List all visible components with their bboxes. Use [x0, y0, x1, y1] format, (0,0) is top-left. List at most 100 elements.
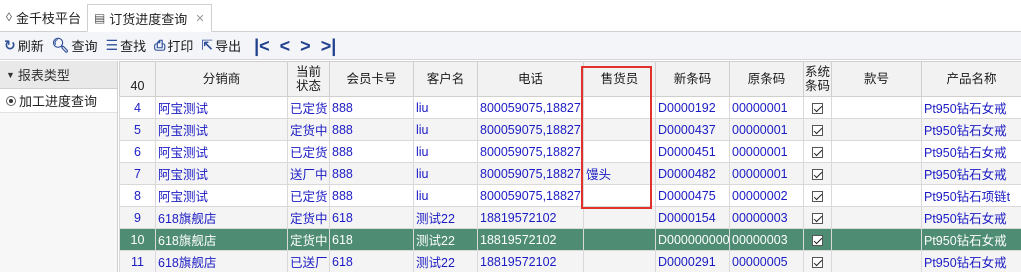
- cell-phone[interactable]: 18819572102: [477, 228, 584, 251]
- cell-oldbc[interactable]: 00000001: [729, 162, 804, 185]
- cell-seller[interactable]: [583, 118, 656, 141]
- column-header[interactable]: 款号: [831, 61, 922, 97]
- table-row[interactable]: 8 阿宝测试 已定货 888 liu 800059075,18827 D0000475 000…: [119, 184, 1021, 207]
- cell-newbc[interactable]: D0000437: [655, 118, 730, 141]
- next-page-icon[interactable]: >: [300, 37, 311, 55]
- cell-newbc[interactable]: D0000475: [655, 184, 730, 207]
- cell-dist[interactable]: 618旗舰店: [155, 228, 288, 251]
- system-barcode-cell[interactable]: [803, 184, 832, 207]
- column-header[interactable]: 售货员: [583, 61, 656, 97]
- cell-newbc[interactable]: D0000192: [655, 96, 730, 119]
- column-header[interactable]: 原条码: [729, 61, 804, 97]
- cell-seller[interactable]: 馒头: [583, 162, 656, 185]
- cell-product[interactable]: Pt950钻石项链t: [921, 184, 1021, 207]
- query-button[interactable]: 🔍︎ 查询: [52, 36, 98, 55]
- print-button[interactable]: ⎙ 打印: [154, 36, 193, 55]
- tab-platform[interactable]: ◊ 金千枝平台: [0, 3, 87, 31]
- cell-cust[interactable]: liu: [413, 162, 478, 185]
- cell-cust[interactable]: liu: [413, 184, 478, 207]
- cell-product[interactable]: Pt950钻石女戒: [921, 162, 1021, 185]
- cell-phone[interactable]: 18819572102: [477, 250, 584, 272]
- cell-phone[interactable]: 800059075,18827: [477, 162, 584, 185]
- cell-newbc[interactable]: D0000154: [655, 206, 730, 229]
- cell-status[interactable]: 送厂中: [287, 162, 330, 185]
- system-barcode-cell[interactable]: [803, 228, 832, 251]
- table-row[interactable]: 7 阿宝测试 送厂中 888 liu 800059075,18827 馒头 D0000482 0…: [119, 162, 1021, 185]
- cell-cust[interactable]: liu: [413, 140, 478, 163]
- cell-product[interactable]: Pt950钻石女戒: [921, 206, 1021, 229]
- column-header[interactable]: 产品名称: [921, 61, 1021, 97]
- sidebar-header[interactable]: ▼ 报表类型: [0, 61, 117, 89]
- cell-seller[interactable]: [583, 96, 656, 119]
- column-header[interactable]: 当前 状态: [287, 61, 330, 97]
- cell-product[interactable]: Pt950钻石女戒: [921, 140, 1021, 163]
- cell-product[interactable]: Pt950钻石女戒: [921, 118, 1021, 141]
- cell-cust[interactable]: 测试22: [413, 250, 478, 272]
- cell-dist[interactable]: 阿宝测试: [155, 162, 288, 185]
- cell-style[interactable]: [831, 206, 922, 229]
- cell-phone[interactable]: 800059075,18827: [477, 140, 584, 163]
- cell-status[interactable]: 已送厂: [287, 250, 330, 272]
- system-barcode-cell[interactable]: [803, 206, 832, 229]
- checkbox-checked-icon[interactable]: [812, 124, 823, 136]
- cell-card[interactable]: 888: [329, 140, 414, 163]
- cell-dist[interactable]: 阿宝测试: [155, 184, 288, 207]
- cell-oldbc[interactable]: 00000001: [729, 96, 804, 119]
- cell-card[interactable]: 888: [329, 96, 414, 119]
- cell-newbc[interactable]: D0000000000: [655, 228, 730, 251]
- column-header[interactable]: 电话: [477, 61, 584, 97]
- table-row[interactable]: 10 618旗舰店 定货中 618 测试22 18819572102 D0000000000…: [119, 228, 1021, 251]
- export-button[interactable]: ⇱ 导出: [201, 36, 241, 55]
- cell-dist[interactable]: 618旗舰店: [155, 250, 288, 272]
- checkbox-checked-icon[interactable]: [812, 168, 823, 180]
- tab-order-progress[interactable]: ▤ 订货进度查询 ✕: [86, 4, 212, 32]
- cell-style[interactable]: [831, 250, 922, 272]
- column-header[interactable]: 分销商: [155, 61, 288, 97]
- cell-status[interactable]: 定货中: [287, 206, 330, 229]
- cell-oldbc[interactable]: 00000002: [729, 184, 804, 207]
- first-page-icon[interactable]: |<: [254, 37, 270, 55]
- table-row[interactable]: 6 阿宝测试 已定货 888 liu 800059075,18827 D0000451 000…: [119, 140, 1021, 163]
- cell-card[interactable]: 618: [329, 228, 414, 251]
- column-header[interactable]: 新条码: [655, 61, 730, 97]
- cell-product[interactable]: Pt950钻石女戒: [921, 96, 1021, 119]
- cell-newbc[interactable]: D0000451: [655, 140, 730, 163]
- cell-status[interactable]: 定货中: [287, 228, 330, 251]
- cell-dist[interactable]: 618旗舰店: [155, 206, 288, 229]
- cell-card[interactable]: 618: [329, 250, 414, 272]
- checkbox-checked-icon[interactable]: [812, 190, 823, 202]
- find-button[interactable]: ☰ 查找: [106, 36, 147, 55]
- cell-dist[interactable]: 阿宝测试: [155, 140, 288, 163]
- prev-page-icon[interactable]: <: [280, 37, 291, 55]
- cell-oldbc[interactable]: 00000001: [729, 140, 804, 163]
- cell-oldbc[interactable]: 00000005: [729, 250, 804, 272]
- table-row[interactable]: 9 618旗舰店 定货中 618 测试22 18819572102 D0000154 0000…: [119, 206, 1021, 229]
- cell-status[interactable]: 已定货: [287, 96, 330, 119]
- table-row[interactable]: 4 阿宝测试 已定货 888 liu 800059075,18827 D0000192 000…: [119, 96, 1021, 119]
- table-row[interactable]: 5 阿宝测试 定货中 888 liu 800059075,18827 D0000437 000…: [119, 118, 1021, 141]
- cell-oldbc[interactable]: 00000003: [729, 228, 804, 251]
- cell-style[interactable]: [831, 184, 922, 207]
- table-row[interactable]: 11 618旗舰店 已送厂 618 测试22 18819572102 D0000291 000…: [119, 250, 1021, 272]
- system-barcode-cell[interactable]: [803, 162, 832, 185]
- cell-product[interactable]: Pt950钻石女戒: [921, 250, 1021, 272]
- cell-phone[interactable]: 800059075,18827: [477, 184, 584, 207]
- cell-style[interactable]: [831, 118, 922, 141]
- cell-style[interactable]: [831, 96, 922, 119]
- cell-seller[interactable]: [583, 140, 656, 163]
- cell-newbc[interactable]: D0000482: [655, 162, 730, 185]
- cell-cust[interactable]: liu: [413, 96, 478, 119]
- cell-cust[interactable]: 测试22: [413, 206, 478, 229]
- cell-style[interactable]: [831, 228, 922, 251]
- checkbox-checked-icon[interactable]: [812, 146, 823, 158]
- column-header[interactable]: 客户名: [413, 61, 478, 97]
- cell-seller[interactable]: [583, 228, 656, 251]
- column-header[interactable]: 会员卡号: [329, 61, 414, 97]
- cell-phone[interactable]: 800059075,18827: [477, 96, 584, 119]
- system-barcode-cell[interactable]: [803, 96, 832, 119]
- cell-cust[interactable]: 测试22: [413, 228, 478, 251]
- system-barcode-cell[interactable]: [803, 118, 832, 141]
- checkbox-checked-icon[interactable]: [812, 102, 823, 114]
- cell-product[interactable]: Pt950钻石女戒: [921, 228, 1021, 251]
- cell-card[interactable]: 888: [329, 184, 414, 207]
